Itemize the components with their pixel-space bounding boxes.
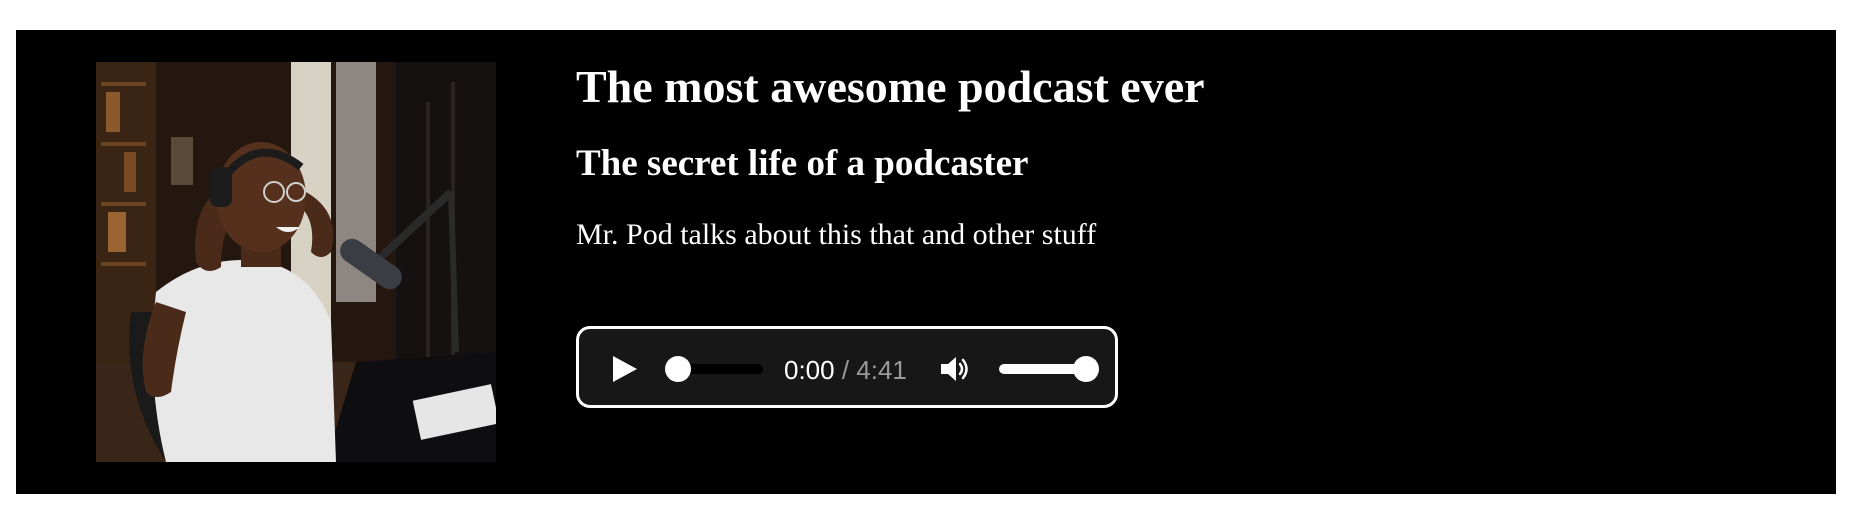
volume-high-icon (941, 357, 968, 381)
volume-slider[interactable] (999, 356, 1099, 382)
audio-player: 0:00 / 4:41 (576, 326, 1118, 408)
time-display: 0:00 / 4:41 (784, 355, 907, 385)
volume-thumb[interactable] (1073, 356, 1099, 382)
seek-slider[interactable] (665, 356, 763, 382)
current-time: 0:00 (784, 355, 835, 385)
episode-title: The secret life of a podcaster (576, 143, 1029, 184)
play-icon (613, 356, 637, 382)
mute-button[interactable] (939, 353, 973, 385)
episode-description: Mr. Pod talks about this that and other … (576, 218, 1097, 251)
podcast-card: The most awesome podcast ever The secret… (16, 30, 1836, 494)
podcast-cover-image (96, 62, 496, 462)
time-separator: / (834, 355, 857, 385)
seek-thumb[interactable] (665, 356, 691, 382)
podcast-title: The most awesome podcast ever (576, 61, 1205, 112)
play-button[interactable] (609, 354, 639, 384)
duration: 4:41 (856, 355, 907, 385)
